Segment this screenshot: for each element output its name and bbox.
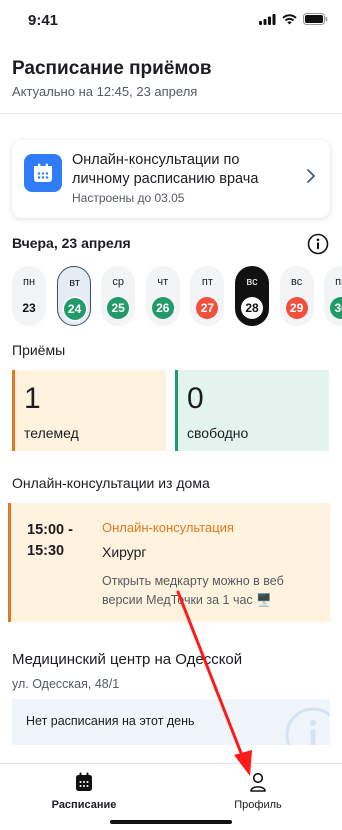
tab-profile-label: Профиль bbox=[234, 799, 282, 811]
free-label: свободно bbox=[187, 425, 249, 441]
day-name: вт bbox=[69, 277, 80, 289]
info-icon[interactable] bbox=[307, 233, 329, 255]
no-schedule-banner: Нет расписания на этот день bbox=[12, 699, 330, 745]
day-date: 24 bbox=[63, 298, 86, 320]
telemed-accent-bar bbox=[12, 370, 15, 451]
day-name: чт bbox=[157, 276, 169, 288]
day-item[interactable]: чт 26 bbox=[145, 266, 180, 326]
tab-schedule-label: Расписание bbox=[51, 799, 117, 811]
appointment-time-end: 15:30 bbox=[27, 543, 65, 559]
free-stat-card[interactable]: 0 свободно bbox=[175, 370, 329, 451]
day-name: вс bbox=[246, 276, 258, 288]
day-item[interactable]: ср 25 bbox=[101, 266, 136, 326]
tab-profile[interactable]: Профиль bbox=[208, 772, 308, 820]
day-date: 25 bbox=[107, 297, 130, 319]
day-name: ср bbox=[112, 276, 124, 288]
info-watermark-icon bbox=[285, 707, 330, 745]
no-schedule-text: Нет расписания на этот день bbox=[26, 714, 195, 728]
days-strip: пн 23 вт 24 ср 25 чт 26 пт 27 вс 28 вс 2… bbox=[12, 266, 342, 326]
calendar-icon bbox=[76, 772, 92, 791]
status-icons bbox=[259, 13, 328, 25]
clinic-name: Медицинский центр на Одесской bbox=[12, 651, 243, 668]
page-subtitle: Актуально на 12:45, 23 апреля bbox=[12, 84, 198, 99]
day-item[interactable]: пн 23 bbox=[12, 266, 46, 326]
appointments-section-title: Приёмы bbox=[12, 342, 66, 358]
day-item[interactable]: вс 28 bbox=[235, 266, 269, 326]
selected-day-title: Вчера, 23 апреля bbox=[12, 235, 131, 251]
appointment-accent-bar bbox=[8, 503, 11, 622]
free-accent-bar bbox=[175, 370, 178, 451]
day-item[interactable]: вс 29 bbox=[279, 266, 314, 326]
online-section-title: Онлайн-консультации из дома bbox=[12, 475, 210, 491]
appointment-card[interactable]: 15:00 - 15:30 Онлайн-консультация Хирург… bbox=[8, 503, 330, 622]
appointment-time: 15:00 - 15:30 bbox=[27, 520, 73, 562]
day-name: пн bbox=[22, 276, 36, 288]
day-date: 23 bbox=[22, 301, 36, 315]
day-date: 26 bbox=[151, 297, 174, 319]
day-item[interactable]: пн 30 bbox=[324, 266, 342, 326]
day-item[interactable]: пт 27 bbox=[190, 266, 225, 326]
day-date: 29 bbox=[285, 297, 308, 319]
telemed-count: 1 bbox=[24, 382, 41, 415]
day-name: пн bbox=[335, 276, 342, 288]
appointment-doctor: Хирург bbox=[102, 544, 147, 560]
tab-schedule[interactable]: Расписание bbox=[34, 772, 134, 820]
appointment-type: Онлайн-консультация bbox=[102, 520, 234, 535]
status-bar: 9:41 bbox=[0, 0, 342, 40]
chevron-right-icon bbox=[307, 169, 315, 183]
day-name: вс bbox=[290, 276, 303, 288]
day-name: пт bbox=[201, 276, 213, 288]
promo-subtitle: Настроены до 03.05 bbox=[72, 191, 185, 205]
clinic-address: ул. Одесская, 48/1 bbox=[12, 677, 120, 691]
home-indicator bbox=[110, 820, 232, 824]
page-title: Расписание приёмов bbox=[12, 58, 212, 79]
day-date: 27 bbox=[196, 297, 219, 319]
day-item[interactable]: вт 24 bbox=[56, 266, 91, 326]
online-schedule-card[interactable]: Онлайн-консультации по личному расписани… bbox=[12, 140, 330, 218]
battery-icon bbox=[303, 13, 328, 25]
telemed-label: телемед bbox=[24, 425, 79, 441]
signal-icon bbox=[259, 13, 276, 25]
status-time: 9:41 bbox=[28, 12, 59, 29]
day-date: 30 bbox=[330, 297, 342, 319]
day-date: 28 bbox=[241, 297, 263, 319]
header-divider bbox=[0, 113, 342, 114]
wifi-icon bbox=[282, 13, 297, 24]
free-count: 0 bbox=[187, 382, 204, 415]
appointment-time-start: 15:00 - bbox=[27, 522, 73, 538]
appointment-note: Открыть медкарту можно в веб версии МедТ… bbox=[102, 574, 284, 607]
person-icon bbox=[250, 772, 266, 792]
calendar-icon bbox=[24, 154, 62, 192]
telemed-stat-card[interactable]: 1 телемед bbox=[12, 370, 166, 451]
promo-title: Онлайн-консультации по личному расписани… bbox=[72, 152, 259, 187]
